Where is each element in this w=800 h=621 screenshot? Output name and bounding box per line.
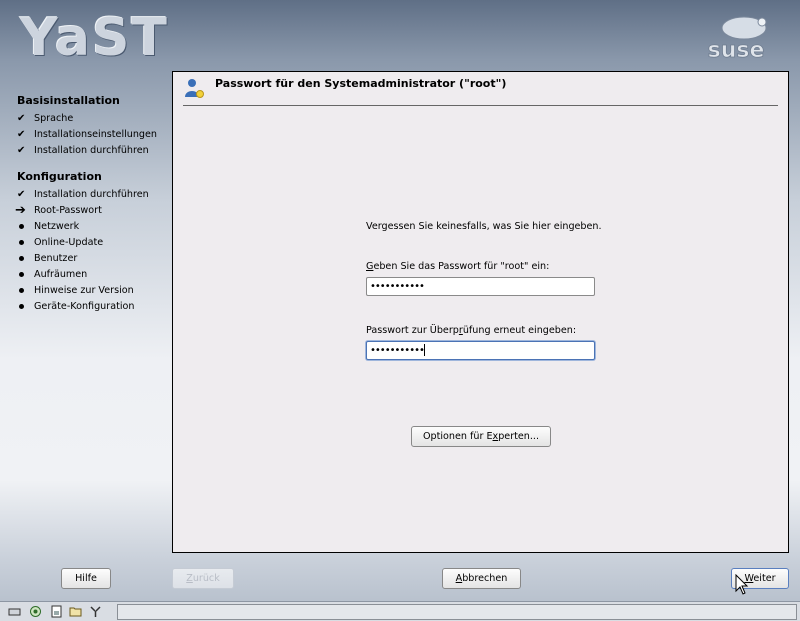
checkmark-icon: ✔ [17,129,26,140]
step-netzwerk: Netzwerk [0,219,170,235]
taskbar-window-list[interactable] [117,604,797,620]
step-label: Installation durchführen [34,145,149,156]
password-input[interactable]: ••••••••••• [366,277,595,296]
hint-text: Vergessen Sie keinesfalls, was Sie hier … [366,221,602,232]
bullet-icon [17,219,31,235]
step-installationseinstellungen: ✔ Installationseinstellungen [0,127,170,143]
bullet-icon [17,251,31,267]
step-label: Netzwerk [34,221,80,232]
arrow-right-icon: ➔ [15,203,26,218]
taskbar [0,601,800,621]
step-installation-durchfuehren-2: ✔ Installation durchführen [0,187,170,203]
help-button[interactable]: Hilfe [61,568,111,589]
section-title-konfiguration: Konfiguration [17,170,102,183]
step-label: Installation durchführen [34,189,149,200]
checkmark-icon: ✔ [17,145,26,156]
step-label: Online-Update [34,237,104,248]
step-online-update: Online-Update [0,235,170,251]
dialog-panel: Passwort für den Systemadministrator ("r… [172,71,789,553]
dialog-title: Passwort für den Systemadministrator ("r… [215,77,507,90]
step-root-passwort: ➔ Root-Passwort [0,203,170,219]
section-title-basis: Basisinstallation [17,94,120,107]
step-installation-durchfuehren: ✔ Installation durchführen [0,143,170,159]
document-icon[interactable] [50,605,63,618]
checkmark-icon: ✔ [17,113,26,124]
network-icon[interactable] [29,605,42,618]
back-button[interactable]: Zurück [172,568,234,589]
mouse-pointer-icon [735,574,749,595]
confirm-password-input[interactable]: ••••••••••• [366,341,595,360]
checkmark-icon: ✔ [17,189,26,200]
step-hinweise: Hinweise zur Version [0,283,170,299]
step-label: Root-Passwort [34,205,102,216]
folder-icon[interactable] [69,605,82,618]
step-label: Benutzer [34,253,78,264]
drive-icon[interactable] [8,605,21,618]
abort-button[interactable]: Abbrechen [442,568,521,589]
step-label: Hinweise zur Version [34,285,134,296]
bullet-icon [17,283,31,299]
step-benutzer: Benutzer [0,251,170,267]
bullet-icon [17,267,31,283]
yast-logo: YaST [20,8,169,68]
step-label: Aufräumen [34,269,88,280]
password-label: Geben Sie das Passwort für "root" ein: [366,261,550,272]
bullet-icon [17,299,31,315]
brand-text: suse [708,38,765,62]
user-key-icon [185,79,204,98]
installation-steps-sidebar: Basisinstallation ✔ Sprache ✔ Installation… [0,88,170,315]
step-geraete-konfiguration: Geräte-Konfiguration [0,299,170,315]
expert-options-button[interactable]: Optionen für Experten... [411,426,551,447]
step-sprache: ✔ Sprache [0,111,170,127]
title-divider [183,105,778,106]
step-label: Sprache [34,113,74,124]
step-aufraeumen: Aufräumen [0,267,170,283]
tools-icon[interactable] [89,605,102,618]
bullet-icon [17,235,31,251]
text-cursor [423,344,425,356]
step-label: Installationseinstellungen [34,129,158,140]
suse-logo: suse [707,16,767,62]
step-label: Geräte-Konfiguration [34,301,135,312]
confirm-password-label: Passwort zur Überprüfung erneut eingeben… [366,325,577,336]
